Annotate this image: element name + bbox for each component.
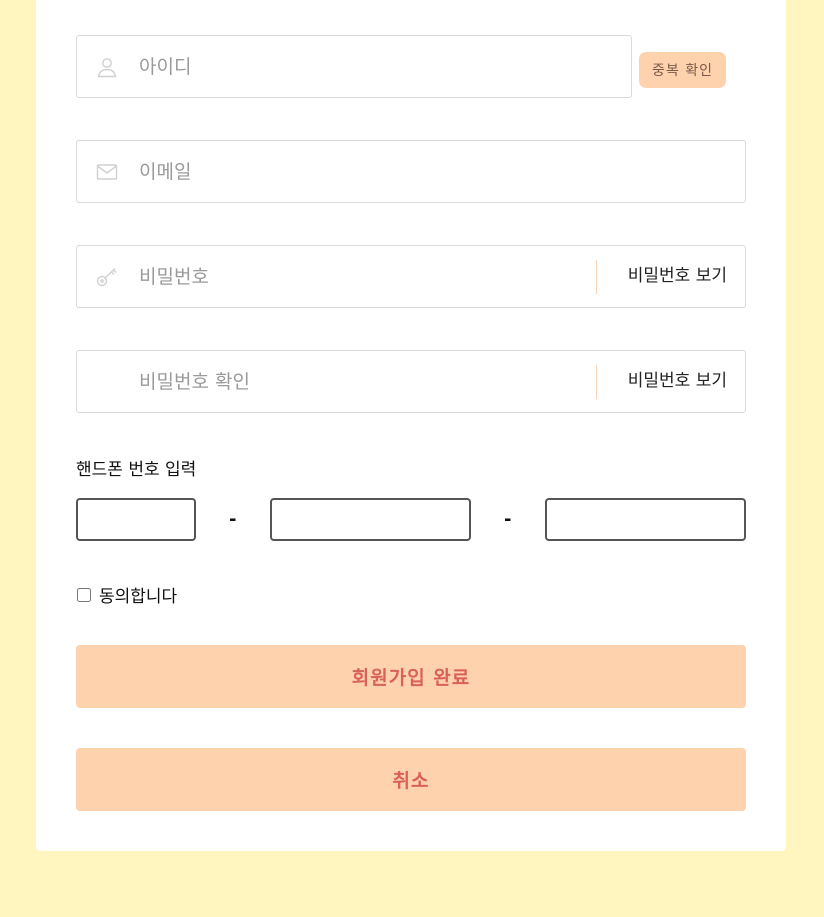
show-password-confirm-button[interactable]: 비밀번호 보기 — [628, 351, 727, 412]
field-divider — [596, 260, 597, 294]
key-icon — [95, 265, 119, 289]
phone-separator: - — [229, 509, 237, 530]
phone-separator: - — [504, 509, 512, 530]
submit-signup-button[interactable]: 회원가입 완료 — [76, 645, 746, 708]
phone-part3-input[interactable] — [545, 498, 746, 541]
duplicate-check-button[interactable]: 중복 확인 — [639, 52, 726, 88]
agree-label: 동의합니다 — [99, 587, 178, 607]
agree-checkbox[interactable] — [77, 587, 91, 602]
field-divider — [596, 365, 597, 399]
phone-part1-input[interactable] — [76, 498, 196, 541]
password-confirm-field[interactable]: 비밀번호 보기 — [76, 350, 746, 413]
signup-card: 중복 확인 비밀번호 보기 비밀번호 보기 — [36, 0, 786, 851]
id-input[interactable] — [139, 36, 619, 97]
phone-label: 핸드폰 번호 입력 — [76, 460, 197, 480]
email-field[interactable] — [76, 140, 746, 203]
password-input[interactable] — [139, 246, 579, 307]
password-confirm-input[interactable] — [139, 351, 579, 412]
password-field[interactable]: 비밀번호 보기 — [76, 245, 746, 308]
id-field[interactable] — [76, 35, 632, 98]
agree-row[interactable]: 동의합니다 — [76, 582, 177, 607]
mail-icon — [95, 160, 119, 184]
user-icon — [95, 55, 119, 79]
phone-part2-input[interactable] — [270, 498, 471, 541]
show-password-button[interactable]: 비밀번호 보기 — [628, 246, 727, 307]
cancel-button[interactable]: 취소 — [76, 748, 746, 811]
email-input[interactable] — [139, 141, 729, 202]
